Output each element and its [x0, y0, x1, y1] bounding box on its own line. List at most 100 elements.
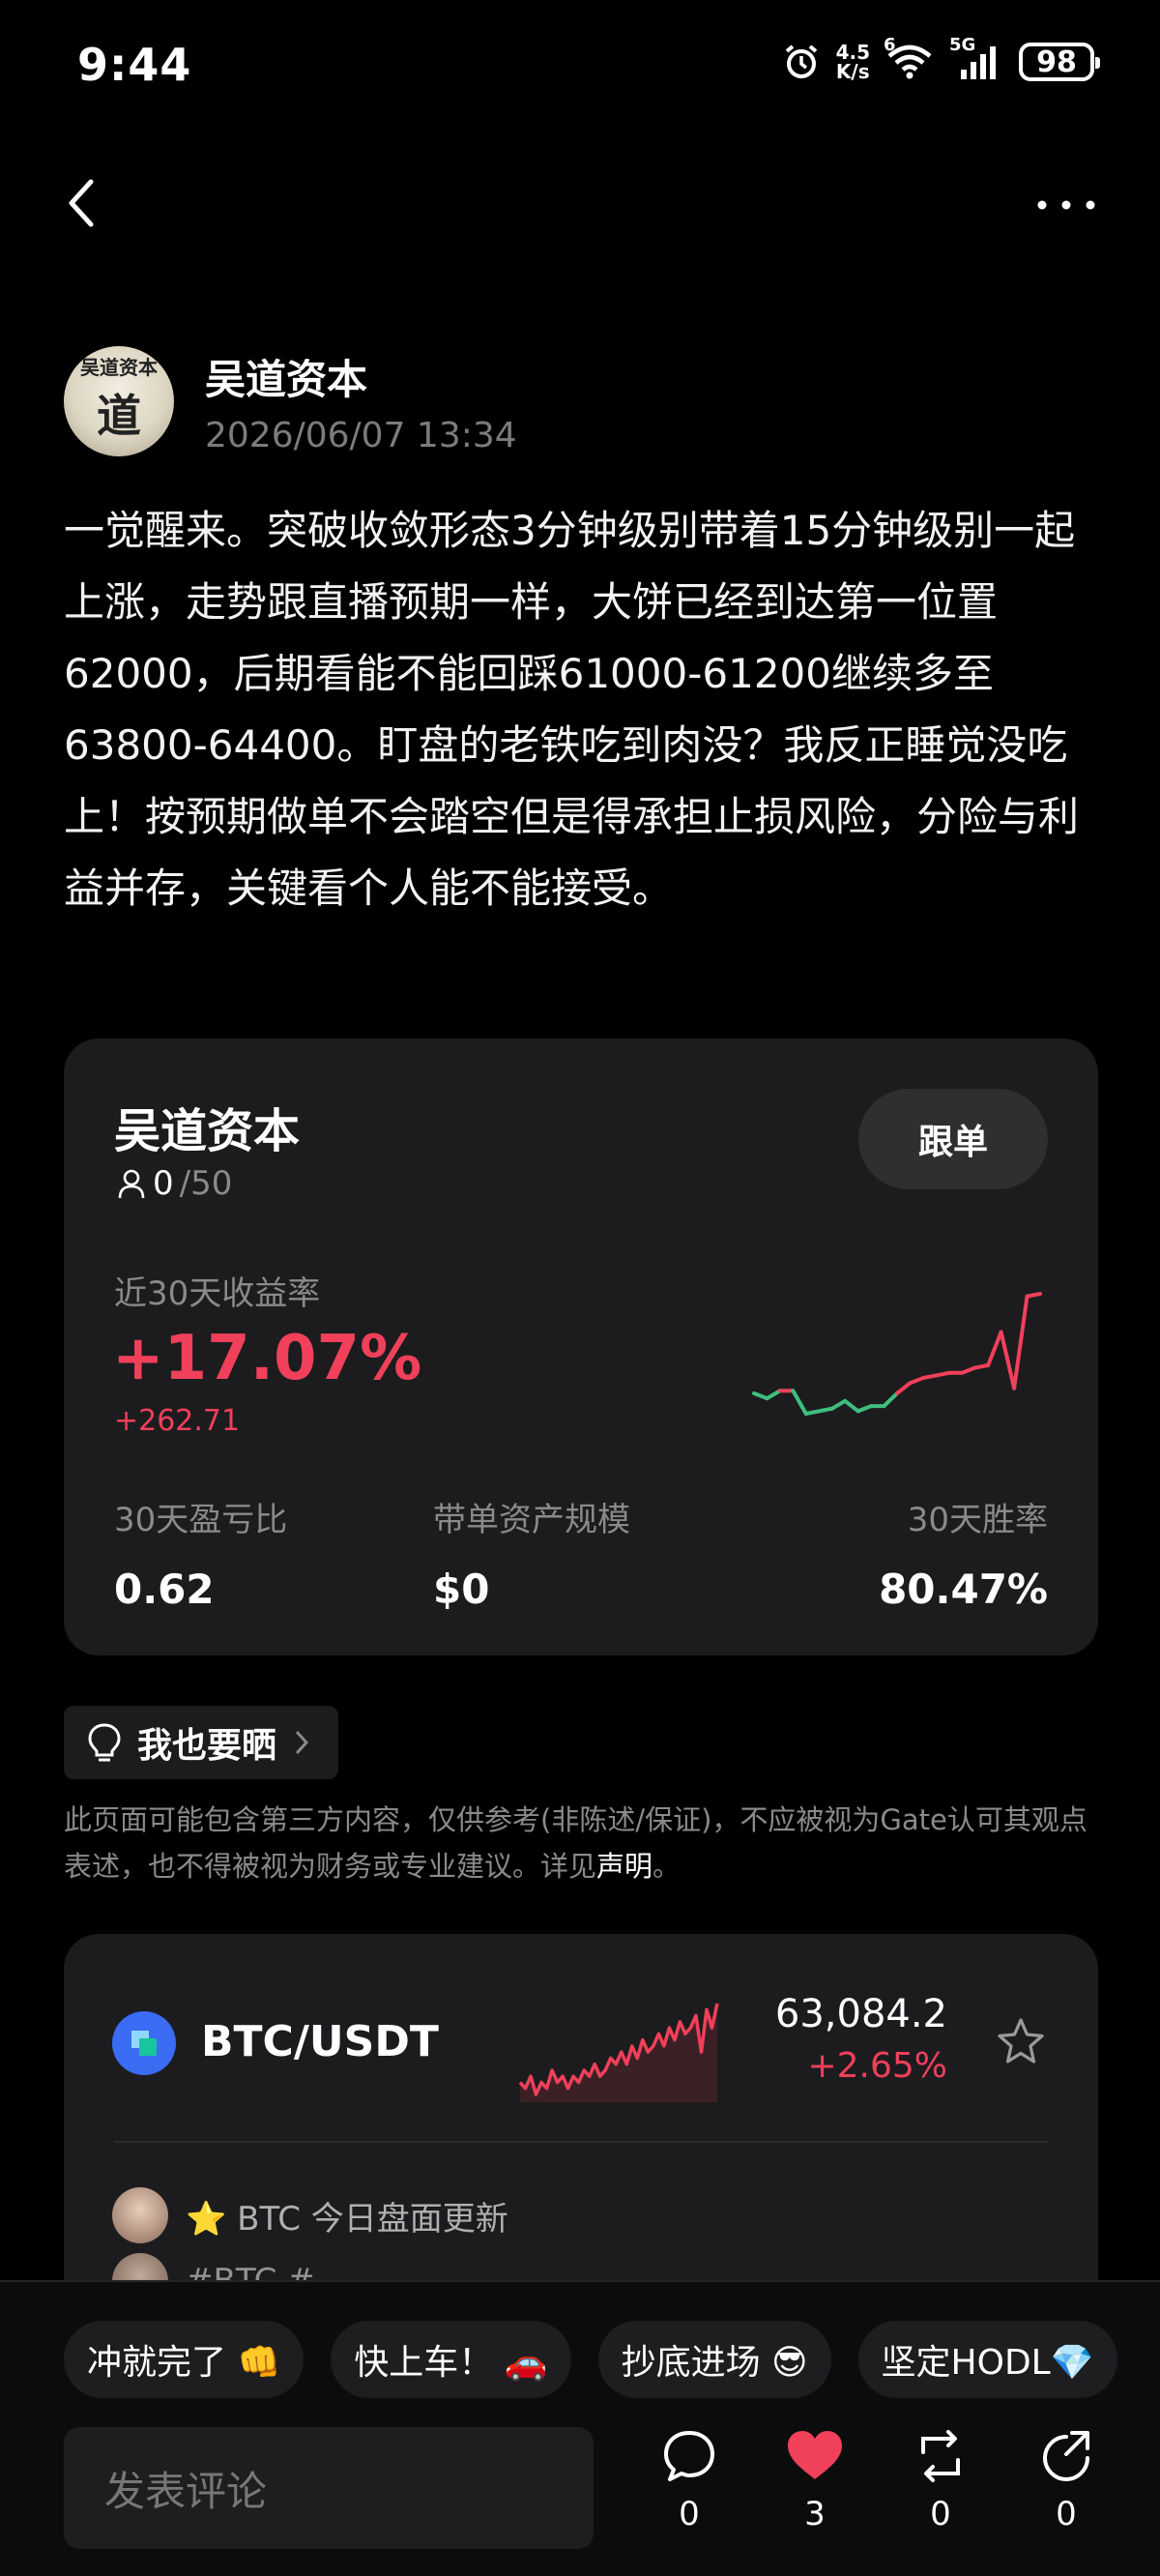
comment-bubble-icon [664, 2431, 714, 2481]
like-count: 3 [804, 2495, 826, 2533]
news-item[interactable]: ⭐ BTC 今日盘面更新 [112, 2187, 508, 2243]
sparkline-segment [934, 1370, 951, 1378]
sparkline-segment [972, 1362, 991, 1370]
quick-reply-chip[interactable]: 冲就完了 👊 [64, 2321, 304, 2398]
author-info: 吴道资本 2026/06/07 13:34 [205, 347, 517, 455]
comment-button[interactable]: 0 [636, 2427, 742, 2533]
roi-amount: +262.71 [114, 1404, 241, 1438]
wifi-indicator: 6 [884, 35, 934, 81]
post-timestamp: 2026/06/07 13:34 [205, 416, 517, 455]
stat-label: 30天盈亏比 [114, 1501, 288, 1539]
stat-win-rate: 30天胜率 80.47% [879, 1493, 1048, 1613]
repost-count: 0 [930, 2495, 951, 2533]
net-speed-value: 4.5 [835, 41, 870, 64]
sparkline-segment [1012, 1294, 1030, 1390]
stat-pnl-ratio: 30天盈亏比 0.62 [114, 1493, 287, 1613]
sparkline-segment [829, 1398, 848, 1411]
copy-trader-card[interactable]: 吴道资本 0/50 跟单 近30天收益率 +17.07% +262.71 30天… [64, 1039, 1098, 1655]
favorite-star-icon[interactable] [994, 2015, 1048, 2069]
user-icon [118, 1169, 145, 1199]
disclaimer-end: 。 [652, 1850, 682, 1883]
stat-value: $0 [433, 1566, 490, 1613]
stat-aum: 带单资产规模 $0 [433, 1493, 630, 1613]
wifi-badge: 6 [884, 35, 896, 55]
share-count: 0 [1056, 2495, 1077, 2533]
disclaimer: 此页面可能包含第三方内容，仅供参考(非陈述/保证)，不应被视为Gate认可其观点… [64, 1797, 1108, 1889]
disclaimer-link[interactable]: 声明 [596, 1850, 652, 1883]
share-icon [1042, 2431, 1089, 2482]
repost-button[interactable]: 0 [887, 2427, 994, 2533]
sparkline-segment [817, 1406, 834, 1414]
share-post-button[interactable]: 0 [1013, 2427, 1119, 2533]
bottom-action-bar: 冲就完了 👊 快上车！ 🚗 抄底进场 😎 坚定HODL💎 发表评论 0 3 0 … [0, 2280, 1160, 2576]
avatar-text-main: 道 [97, 390, 141, 442]
sparkline-segment [908, 1376, 925, 1386]
network-type-badge: 5G [949, 35, 976, 55]
post-author[interactable]: 吴道资本 道 吴道资本 2026/06/07 13:34 [64, 346, 517, 456]
alarm-icon [785, 44, 817, 78]
sparkline-segment [895, 1381, 913, 1395]
post-body: 一觉醒来。突破收敛形态3分钟级别带着15分钟级别一起上涨，走势跟直播预期一样，大… [64, 507, 1080, 912]
network-speed: 4.5 K/s [836, 43, 870, 81]
status-time: 9:44 [77, 39, 192, 91]
market-ticker-card[interactable]: BTC/USDT 63,084.2 +2.65% ⭐ BTC 今日盘面更新 #B… [64, 1934, 1098, 2340]
back-arrow-icon[interactable] [60, 174, 108, 232]
stat-value: 80.47% [879, 1566, 1048, 1613]
share-button[interactable]: 我也要晒 [64, 1706, 339, 1779]
sparkline-segment [882, 1390, 899, 1409]
follower-count: 0/50 [116, 1164, 232, 1203]
battery-indicator: 98 [1019, 43, 1100, 81]
comment-count: 0 [679, 2495, 700, 2533]
sparkline-segment [960, 1365, 977, 1375]
repost-icon [921, 2430, 960, 2482]
divider [114, 2141, 1048, 2143]
quick-reply-chip[interactable]: 快上车！ 🚗 [331, 2321, 571, 2398]
sparkline-segment [803, 1409, 822, 1416]
news-title: ⭐ BTC 今日盘面更新 [186, 2199, 508, 2239]
heart-icon [788, 2431, 842, 2479]
quick-reply-chips: 冲就完了 👊 快上车！ 🚗 抄底进场 😎 坚定HODL💎 [64, 2321, 1117, 2398]
author-name[interactable]: 吴道资本 [205, 347, 517, 406]
cell-signal: 5G [949, 35, 1003, 81]
chevron-right-icon [295, 1730, 309, 1755]
price-change: +2.65% [807, 2046, 947, 2086]
stat-value: 0.62 [114, 1566, 215, 1613]
followers-max: /50 [179, 1164, 233, 1203]
stat-label: 30天胜率 [907, 1501, 1048, 1539]
last-price: 63,084.2 [774, 1992, 947, 2036]
sparkline-segment [920, 1373, 939, 1381]
disclaimer-text: 此页面可能包含第三方内容，仅供参考(非陈述/保证)，不应被视为Gate认可其观点… [64, 1803, 1088, 1883]
price-sparkline [518, 2003, 719, 2102]
lightbulb-icon [88, 1723, 121, 1762]
author-avatar[interactable]: 吴道资本 道 [64, 346, 174, 456]
quick-reply-chip[interactable]: 坚定HODL💎 [857, 2321, 1117, 2398]
sparkline-segment [765, 1389, 782, 1401]
avatar-text-top: 吴道资本 [80, 356, 158, 379]
roi-value: +17.07% [112, 1323, 422, 1394]
sparkline-segment [843, 1398, 860, 1414]
status-icons: 4.5 K/s 6 5G 98 [782, 35, 1100, 81]
trader-name: 吴道资本 [114, 1104, 301, 1158]
roi-label: 近30天收益率 [114, 1274, 321, 1313]
sparkline-segment [791, 1389, 808, 1416]
more-options-icon[interactable] [1032, 184, 1100, 222]
status-bar: 9:44 4.5 K/s 6 5G 98 [0, 0, 1160, 135]
quick-reply-chip[interactable]: 抄底进场 😎 [597, 2321, 831, 2398]
roi-sparkline [752, 1292, 1042, 1416]
share-label: 我也要晒 [137, 1726, 277, 1766]
sparkline-segment [999, 1330, 1017, 1390]
btc-coin-icon [112, 2011, 176, 2075]
news-avatar [112, 2187, 168, 2243]
sparkline-segment [856, 1404, 874, 1414]
copy-trade-button[interactable]: 跟单 [858, 1089, 1048, 1189]
like-button[interactable]: 3 [762, 2427, 868, 2533]
sparkline-segment [986, 1330, 1003, 1367]
stat-label: 带单资产规模 [433, 1501, 630, 1539]
sparkline-area [520, 2004, 717, 2102]
net-speed-unit: K/s [835, 60, 870, 83]
trading-pair[interactable]: BTC/USDT [201, 2017, 439, 2066]
sparkline-segment [752, 1390, 769, 1401]
followers-current: 0 [153, 1164, 174, 1203]
comment-input[interactable]: 发表评论 [64, 2427, 594, 2549]
sparkline-segment [1025, 1292, 1042, 1299]
